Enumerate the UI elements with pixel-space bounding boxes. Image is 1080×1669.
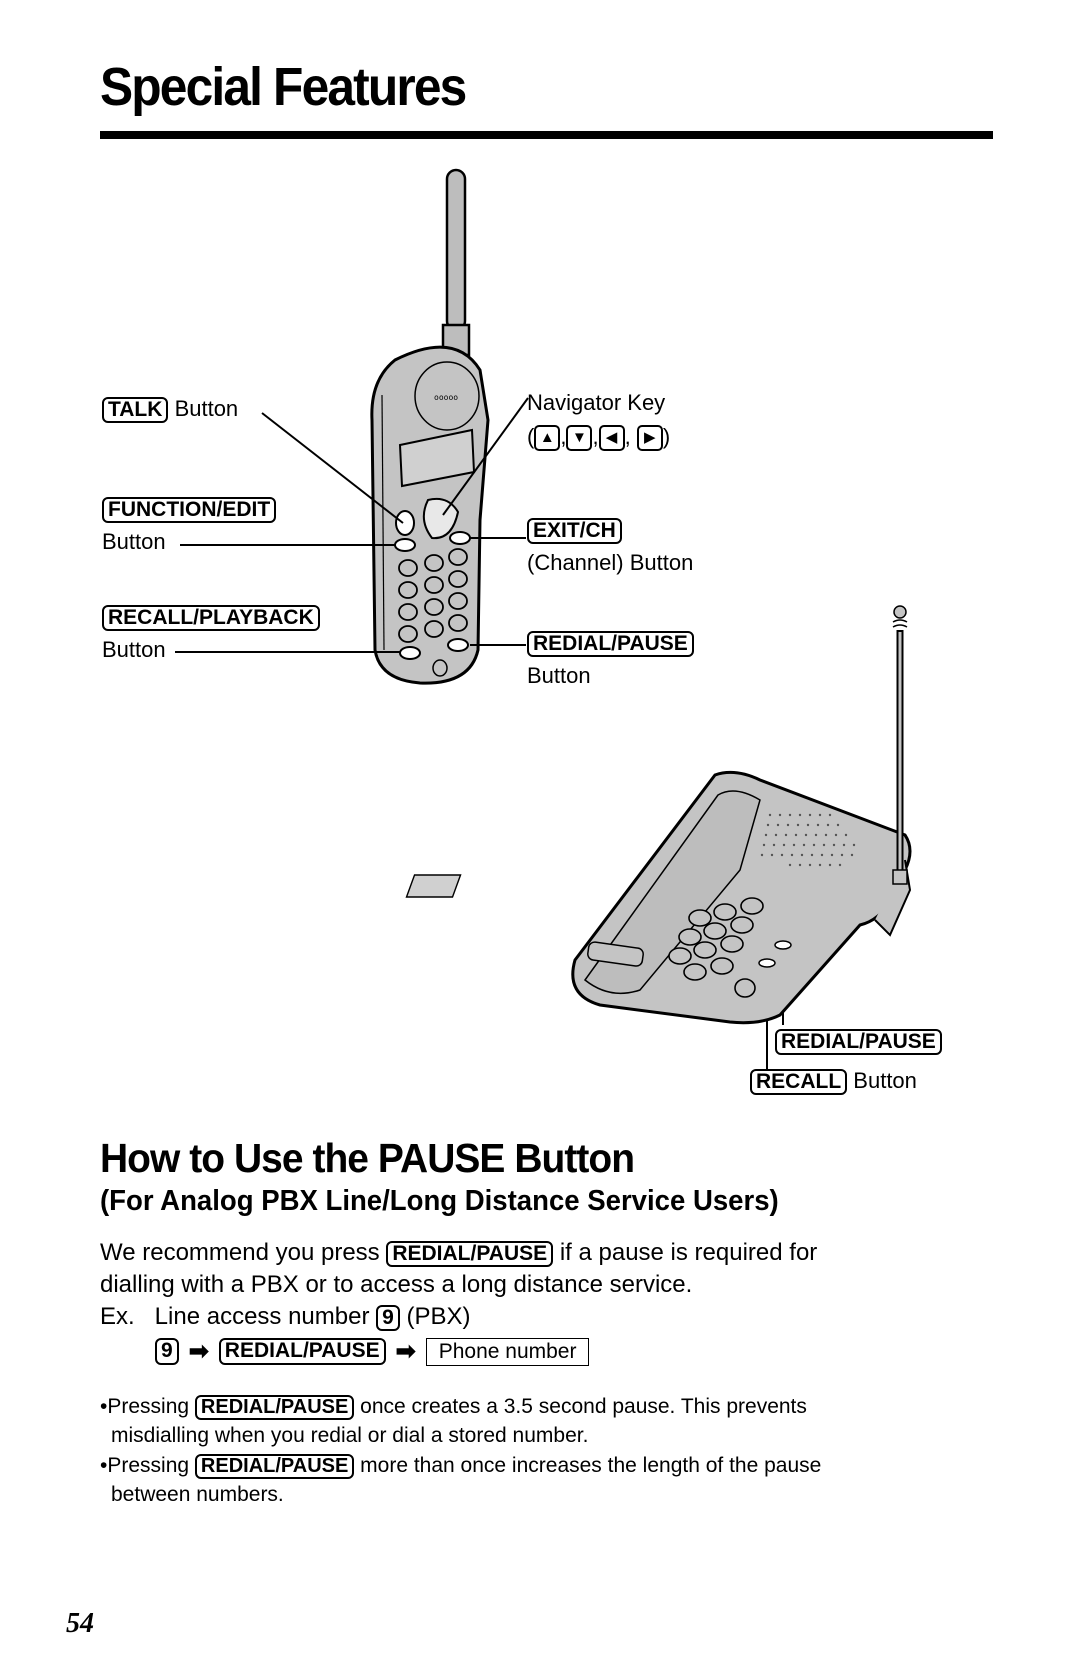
- navigator-key-label: Navigator Key: [527, 390, 666, 415]
- base-unit: [405, 770, 912, 1025]
- nav-left-icon: ◀: [598, 425, 625, 452]
- function-edit-key-label: FUNCTION/EDIT: [102, 493, 277, 525]
- redial-pause-button-text: Button: [527, 663, 591, 688]
- exit-ch-key-label: EXIT/CH: [527, 514, 622, 546]
- base-recall-key: RECALL: [750, 1069, 848, 1096]
- dial-sequence: 9 ➡ REDIAL/PAUSE ➡ Phone number: [155, 1337, 590, 1366]
- handset-antenna: [441, 168, 471, 357]
- phone-number-box: Phone number: [425, 1337, 590, 1366]
- svg-text:ooooo: ooooo: [434, 393, 458, 402]
- redial-pause-key: REDIAL/PAUSE: [218, 1338, 386, 1365]
- bullet-2-line-2: between numbers.: [111, 1483, 284, 1506]
- intro-line-1: We recommend you press REDIAL/PAUSE if a…: [100, 1239, 818, 1268]
- redial-pause-key: REDIAL/PAUSE: [194, 1454, 355, 1479]
- exit-ch-key: EXIT/CH: [527, 518, 622, 545]
- recall-playback-key-label: RECALL/PLAYBACK: [102, 601, 320, 633]
- digit-9-key: 9: [376, 1305, 400, 1332]
- handset-talk-key: [395, 510, 415, 536]
- redial-pause-key-label: REDIAL/PAUSE: [527, 627, 694, 659]
- recall-playback-button-text: Button: [102, 637, 166, 662]
- example-line: Ex. Line access number 9 (PBX): [100, 1303, 471, 1332]
- section-heading: How to Use the PAUSE Button: [100, 1135, 635, 1181]
- nav-up-icon: ▲: [534, 425, 561, 452]
- navigator-keys: (▲, ▼, ◀, ▶): [527, 421, 670, 453]
- function-edit-key: FUNCTION/EDIT: [102, 497, 277, 524]
- recall-playback-key: RECALL/PLAYBACK: [102, 605, 320, 632]
- redial-pause-key: REDIAL/PAUSE: [194, 1395, 355, 1420]
- redial-pause-key: REDIAL/PAUSE: [527, 631, 694, 658]
- arrow-right-icon: ➡: [188, 1338, 209, 1365]
- redial-pause-key: REDIAL/PAUSE: [386, 1241, 554, 1268]
- base-recall-label: RECALL Button: [750, 1065, 917, 1097]
- nav-down-icon: ▼: [566, 425, 593, 452]
- arrow-right-icon: ➡: [395, 1338, 416, 1365]
- talk-key: TALK: [102, 397, 169, 424]
- intro-line-2: dialling with a PBX or to access a long …: [100, 1271, 693, 1298]
- digit-9-key: 9: [155, 1338, 179, 1365]
- handset: ooooo: [370, 345, 490, 685]
- base-redial-pause-key: REDIAL/PAUSE: [775, 1029, 942, 1056]
- nav-right-icon: ▶: [636, 425, 663, 452]
- bullet-1-line-2: misdialling when you redial or dial a st…: [111, 1424, 589, 1447]
- bullet-2-line-1: •Pressing REDIAL/PAUSE more than once in…: [100, 1454, 822, 1479]
- exit-ch-button-text: (Channel) Button: [527, 550, 694, 575]
- base-redial-pause-label: REDIAL/PAUSE: [775, 1025, 942, 1057]
- function-edit-button-text: Button: [102, 529, 166, 554]
- talk-button-label: TALK Button: [102, 393, 238, 425]
- section-subheading: (For Analog PBX Line/Long Distance Servi…: [100, 1185, 779, 1217]
- page-number: 54: [66, 1608, 94, 1639]
- bullet-1-line-1: •Pressing REDIAL/PAUSE once creates a 3.…: [100, 1395, 807, 1420]
- base-display: [405, 874, 462, 898]
